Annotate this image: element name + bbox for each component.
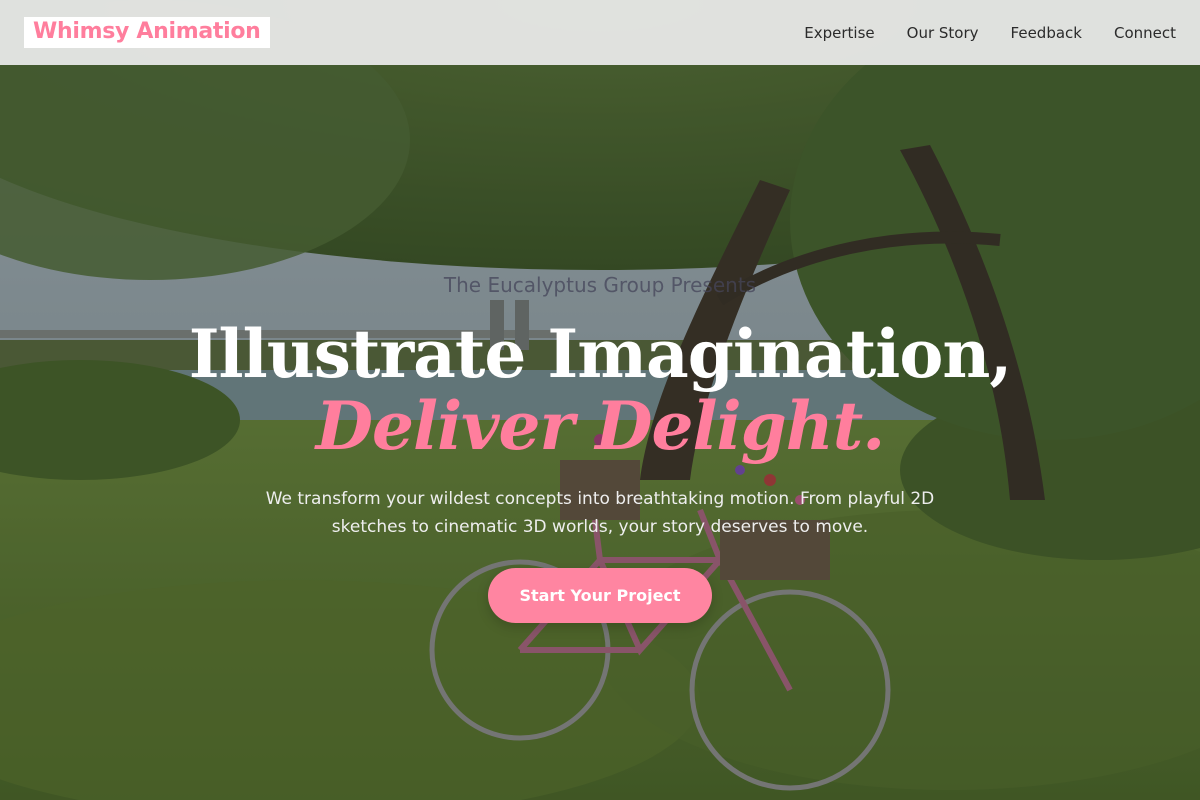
site-header: Whimsy Animation Expertise Our Story Fee… <box>0 0 1200 65</box>
hero-headline-line-1: Illustrate Imagination, <box>188 315 1013 393</box>
hero-section: The Eucalyptus Group Presents Illustrate… <box>0 65 1200 800</box>
nav-link-feedback[interactable]: Feedback <box>1011 24 1082 42</box>
hero-eyebrow: The Eucalyptus Group Presents <box>443 273 757 297</box>
hero-headline-line-2: Deliver Delight. <box>315 387 885 465</box>
brand-logo[interactable]: Whimsy Animation <box>24 17 270 48</box>
hero-subtitle: We transform your wildest concepts into … <box>265 489 935 537</box>
main-nav: Expertise Our Story Feedback Connect <box>772 24 1176 42</box>
nav-link-connect[interactable]: Connect <box>1114 24 1176 42</box>
nav-link-expertise[interactable]: Expertise <box>804 24 874 42</box>
nav-link-our-story[interactable]: Our Story <box>907 24 979 42</box>
start-project-button[interactable]: Start Your Project <box>488 568 712 623</box>
